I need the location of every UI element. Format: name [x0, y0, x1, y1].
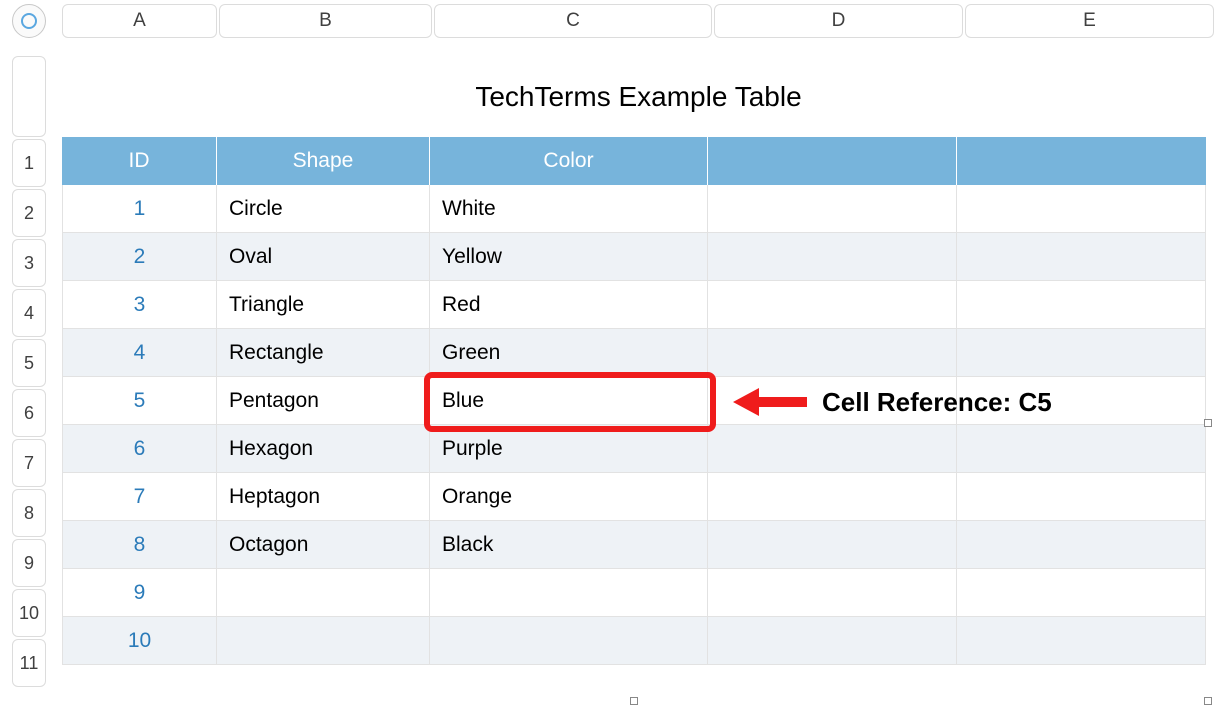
cell-d8[interactable] [708, 473, 957, 521]
cell-b10[interactable] [217, 569, 430, 617]
cell-d4[interactable] [708, 281, 957, 329]
column-header-e[interactable]: E [965, 4, 1214, 38]
cell-c10[interactable] [430, 569, 708, 617]
resize-handle[interactable] [1204, 419, 1212, 427]
cell-e9[interactable] [957, 521, 1206, 569]
cell-b3[interactable]: Oval [217, 233, 430, 281]
column-headers: A B C D E [62, 4, 1215, 38]
cell-a3[interactable]: 2 [62, 233, 217, 281]
column-header-d[interactable]: D [714, 4, 963, 38]
watermark: © TechTerms.com [934, 674, 1181, 706]
annotation-label: Cell Reference: C5 [822, 387, 1052, 418]
table-row: 2 Oval Yellow [62, 233, 1215, 281]
cell-e3[interactable] [957, 233, 1206, 281]
resize-handle[interactable] [1204, 697, 1212, 705]
cell-d5[interactable] [708, 329, 957, 377]
cell-a2[interactable]: 1 [62, 185, 217, 233]
header-shape[interactable]: Shape [217, 137, 430, 185]
table-row: 1 Circle White [62, 185, 1215, 233]
row-header-6[interactable]: 6 [12, 389, 46, 437]
cell-e2[interactable] [957, 185, 1206, 233]
cell-a9[interactable]: 8 [62, 521, 217, 569]
cell-c8[interactable]: Orange [430, 473, 708, 521]
cell-d9[interactable] [708, 521, 957, 569]
cell-a8[interactable]: 7 [62, 473, 217, 521]
table-row: 4 Rectangle Green [62, 329, 1215, 377]
row-headers: 1 2 3 4 5 6 7 8 9 10 11 [12, 56, 46, 689]
cell-e8[interactable] [957, 473, 1206, 521]
cell-a10[interactable]: 9 [62, 569, 217, 617]
cell-a6[interactable]: 5 [62, 377, 217, 425]
table-row: 6 Hexagon Purple [62, 425, 1215, 473]
row-header-5[interactable]: 5 [12, 339, 46, 387]
table-row: 10 [62, 617, 1215, 665]
cell-c7[interactable]: Purple [430, 425, 708, 473]
cell-a7[interactable]: 6 [62, 425, 217, 473]
cell-e10[interactable] [957, 569, 1206, 617]
row-header-8[interactable]: 8 [12, 489, 46, 537]
row-header-3[interactable]: 3 [12, 239, 46, 287]
cell-b2[interactable]: Circle [217, 185, 430, 233]
circle-icon [21, 13, 37, 29]
row-header-10[interactable]: 10 [12, 589, 46, 637]
cell-c4[interactable]: Red [430, 281, 708, 329]
table-row: 8 Octagon Black [62, 521, 1215, 569]
cell-a4[interactable]: 3 [62, 281, 217, 329]
arrow-left-icon [733, 388, 807, 416]
cell-c9[interactable]: Black [430, 521, 708, 569]
cell-d7[interactable] [708, 425, 957, 473]
cell-b7[interactable]: Hexagon [217, 425, 430, 473]
cell-c5[interactable]: Green [430, 329, 708, 377]
row-header-4[interactable]: 4 [12, 289, 46, 337]
column-header-c[interactable]: C [434, 4, 712, 38]
header-id[interactable]: ID [62, 137, 217, 185]
select-all-button[interactable] [12, 4, 46, 38]
row-header-7[interactable]: 7 [12, 439, 46, 487]
table-header-row: ID Shape Color [62, 137, 1215, 185]
header-color[interactable]: Color [430, 137, 708, 185]
cell-e5[interactable] [957, 329, 1206, 377]
cell-d3[interactable] [708, 233, 957, 281]
row-header-11[interactable]: 11 [12, 639, 46, 687]
cell-c3[interactable]: Yellow [430, 233, 708, 281]
cell-b5[interactable]: Rectangle [217, 329, 430, 377]
cell-a11[interactable]: 10 [62, 617, 217, 665]
cell-d10[interactable] [708, 569, 957, 617]
row-header-2[interactable]: 2 [12, 189, 46, 237]
row-header-title[interactable] [12, 56, 46, 137]
row-header-1[interactable]: 1 [12, 139, 46, 187]
cell-b9[interactable]: Octagon [217, 521, 430, 569]
table-row: 7 Heptagon Orange [62, 473, 1215, 521]
cell-b11[interactable] [217, 617, 430, 665]
cell-e11[interactable] [957, 617, 1206, 665]
cell-e7[interactable] [957, 425, 1206, 473]
spreadsheet-grid: TechTerms Example Table ID Shape Color 1… [62, 56, 1215, 665]
cell-a5[interactable]: 4 [62, 329, 217, 377]
table-title[interactable]: TechTerms Example Table [62, 56, 1215, 137]
header-empty-e[interactable] [957, 137, 1206, 185]
cell-b6[interactable]: Pentagon [217, 377, 430, 425]
cell-c11[interactable] [430, 617, 708, 665]
column-header-a[interactable]: A [62, 4, 217, 38]
cell-c2[interactable]: White [430, 185, 708, 233]
table-row: 3 Triangle Red [62, 281, 1215, 329]
row-header-9[interactable]: 9 [12, 539, 46, 587]
cell-d2[interactable] [708, 185, 957, 233]
cell-c6[interactable]: Blue [430, 377, 708, 425]
column-header-b[interactable]: B [219, 4, 432, 38]
table-row: 9 [62, 569, 1215, 617]
resize-handle[interactable] [630, 697, 638, 705]
cell-b4[interactable]: Triangle [217, 281, 430, 329]
cell-d11[interactable] [708, 617, 957, 665]
cell-b8[interactable]: Heptagon [217, 473, 430, 521]
header-empty-d[interactable] [708, 137, 957, 185]
cell-e4[interactable] [957, 281, 1206, 329]
